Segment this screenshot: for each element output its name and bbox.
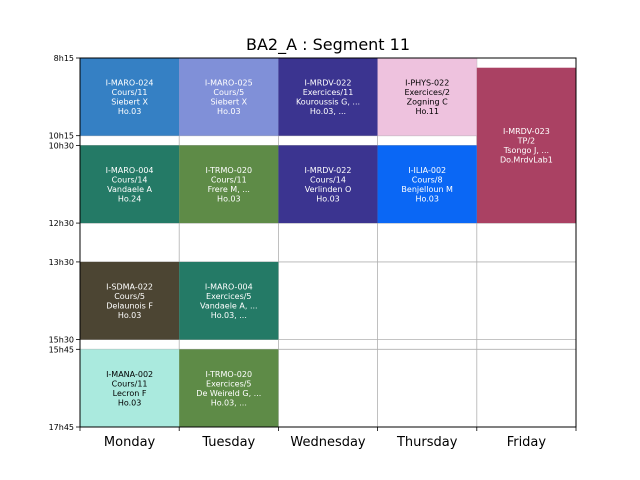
- event-block: I-MARO-024Cours/11Siebert XHo.03: [80, 58, 180, 136]
- event-block: I-TRMO-020Exercices/5De Weireld G, ...Ho…: [179, 349, 279, 427]
- event-label: I-MARO-024: [106, 79, 154, 88]
- event-block: I-PHYS-022Exercices/2Zogning CHo.11: [377, 58, 477, 136]
- y-tick-label-17h45: 17h45: [49, 423, 74, 432]
- event-block: I-SDMA-022Cours/5Delaunois FHo.03: [80, 261, 180, 340]
- event-label: I-MARO-025: [205, 79, 253, 88]
- event-label: Cours/5: [213, 88, 244, 97]
- event-label: Ho.03: [415, 194, 439, 203]
- event-label: Cours/5: [114, 292, 145, 301]
- event-label: I-TRMO-020: [206, 370, 253, 379]
- x-tick-label-wednesday: Wednesday: [290, 435, 366, 450]
- event-label: Ho.03, ...: [211, 398, 247, 407]
- event-label: Siebert X: [210, 98, 247, 107]
- event-label: I-MRDV-023: [503, 127, 550, 136]
- event-block: I-MRDV-023TP/2Tsongo J, ...Do.MrdvLab1: [476, 67, 576, 224]
- y-tick-label-13h30: 13h30: [49, 258, 74, 267]
- event-label: Ho.03, ...: [211, 311, 247, 320]
- event-label: I-MRDV-022: [305, 79, 352, 88]
- event-label: I-PHYS-022: [405, 79, 449, 88]
- event-block: I-TRMO-020Cours/11Frere M, ...Ho.03: [179, 145, 279, 224]
- event-label: Exercices/11: [303, 88, 354, 97]
- event-label: Lecron F: [113, 389, 147, 398]
- event-block: I-MARO-025Cours/5Siebert XHo.03: [179, 58, 279, 136]
- event-block: I-ILIA-002Cours/8Benjelloun MHo.03: [377, 145, 477, 224]
- chart-title: BA2_A : Segment 11: [246, 35, 410, 55]
- event-label: Zogning C: [407, 98, 448, 107]
- event-label: Cours/11: [112, 88, 148, 97]
- event-label: Ho.03: [118, 398, 142, 407]
- event-label: Verlinden O: [305, 185, 352, 194]
- event-label: Ho.24: [118, 194, 142, 203]
- x-tick-label-thursday: Thursday: [396, 435, 458, 450]
- event-label: Cours/11: [112, 379, 148, 388]
- event-label: Vandaele A: [107, 185, 152, 194]
- event-label: Frere M, ...: [208, 185, 250, 194]
- event-label: Ho.03: [217, 107, 241, 116]
- y-tick-label-15h45: 15h45: [49, 345, 74, 354]
- y-tick-label-8h15: 8h15: [54, 54, 74, 63]
- event-block: I-MRDV-022Exercices/11Kouroussis G, ...H…: [278, 58, 378, 136]
- y-tick-label-15h30: 15h30: [49, 336, 74, 345]
- event-label: Do.MrdvLab1: [500, 156, 553, 165]
- event-block: I-MARO-004Cours/14Vandaele AHo.24: [80, 145, 180, 224]
- x-tick-label-friday: Friday: [507, 435, 547, 450]
- event-label: Exercices/5: [206, 292, 251, 301]
- event-label: Ho.11: [415, 107, 439, 116]
- event-label: I-MANA-002: [106, 370, 153, 379]
- events: I-MARO-024Cours/11Siebert XHo.03I-MARO-0…: [80, 58, 576, 427]
- event-label: Benjelloun M: [401, 185, 453, 194]
- event-label: Cours/11: [211, 175, 247, 184]
- event-label: I-ILIA-002: [408, 166, 446, 175]
- event-label: I-TRMO-020: [206, 166, 253, 175]
- timetable-chart: BA2_A : Segment 11 I-MARO-024Cours/11Sie…: [49, 35, 577, 450]
- event-block: I-MANA-002Cours/11Lecron FHo.03: [80, 349, 180, 427]
- y-tick-label-10h15: 10h15: [49, 132, 74, 141]
- x-tick-label-monday: Monday: [104, 435, 156, 450]
- y-tick-label-10h30: 10h30: [49, 141, 74, 150]
- event-block: I-MRDV-022Cours/14Verlinden OHo.03: [278, 145, 378, 224]
- event-label: Ho.03: [217, 194, 241, 203]
- event-label: Siebert X: [111, 98, 148, 107]
- event-label: Cours/14: [310, 175, 346, 184]
- event-label: Cours/8: [412, 175, 443, 184]
- event-label: Ho.03: [118, 107, 142, 116]
- event-label: I-MARO-004: [106, 166, 154, 175]
- y-tick-label-12h30: 12h30: [49, 219, 74, 228]
- event-block: I-MARO-004Exercices/5Vandaele A, ...Ho.0…: [179, 261, 279, 340]
- event-label: Ho.03, ...: [310, 107, 346, 116]
- event-label: I-SDMA-022: [106, 283, 153, 292]
- event-label: TP/2: [517, 137, 536, 146]
- x-tick-label-tuesday: Tuesday: [201, 435, 255, 450]
- event-label: De Weireld G, ...: [196, 389, 261, 398]
- event-label: Vandaele A, ...: [200, 302, 258, 311]
- event-label: Exercices/5: [206, 379, 251, 388]
- event-label: Exercices/2: [404, 88, 449, 97]
- event-label: Tsongo J, ...: [503, 146, 549, 155]
- event-label: Delaunois F: [106, 302, 153, 311]
- event-label: Cours/14: [112, 175, 148, 184]
- event-label: Ho.03: [316, 194, 340, 203]
- event-label: I-MARO-004: [205, 283, 253, 292]
- event-label: Ho.03: [118, 311, 142, 320]
- event-label: I-MRDV-022: [305, 166, 352, 175]
- event-label: Kouroussis G, ...: [296, 98, 360, 107]
